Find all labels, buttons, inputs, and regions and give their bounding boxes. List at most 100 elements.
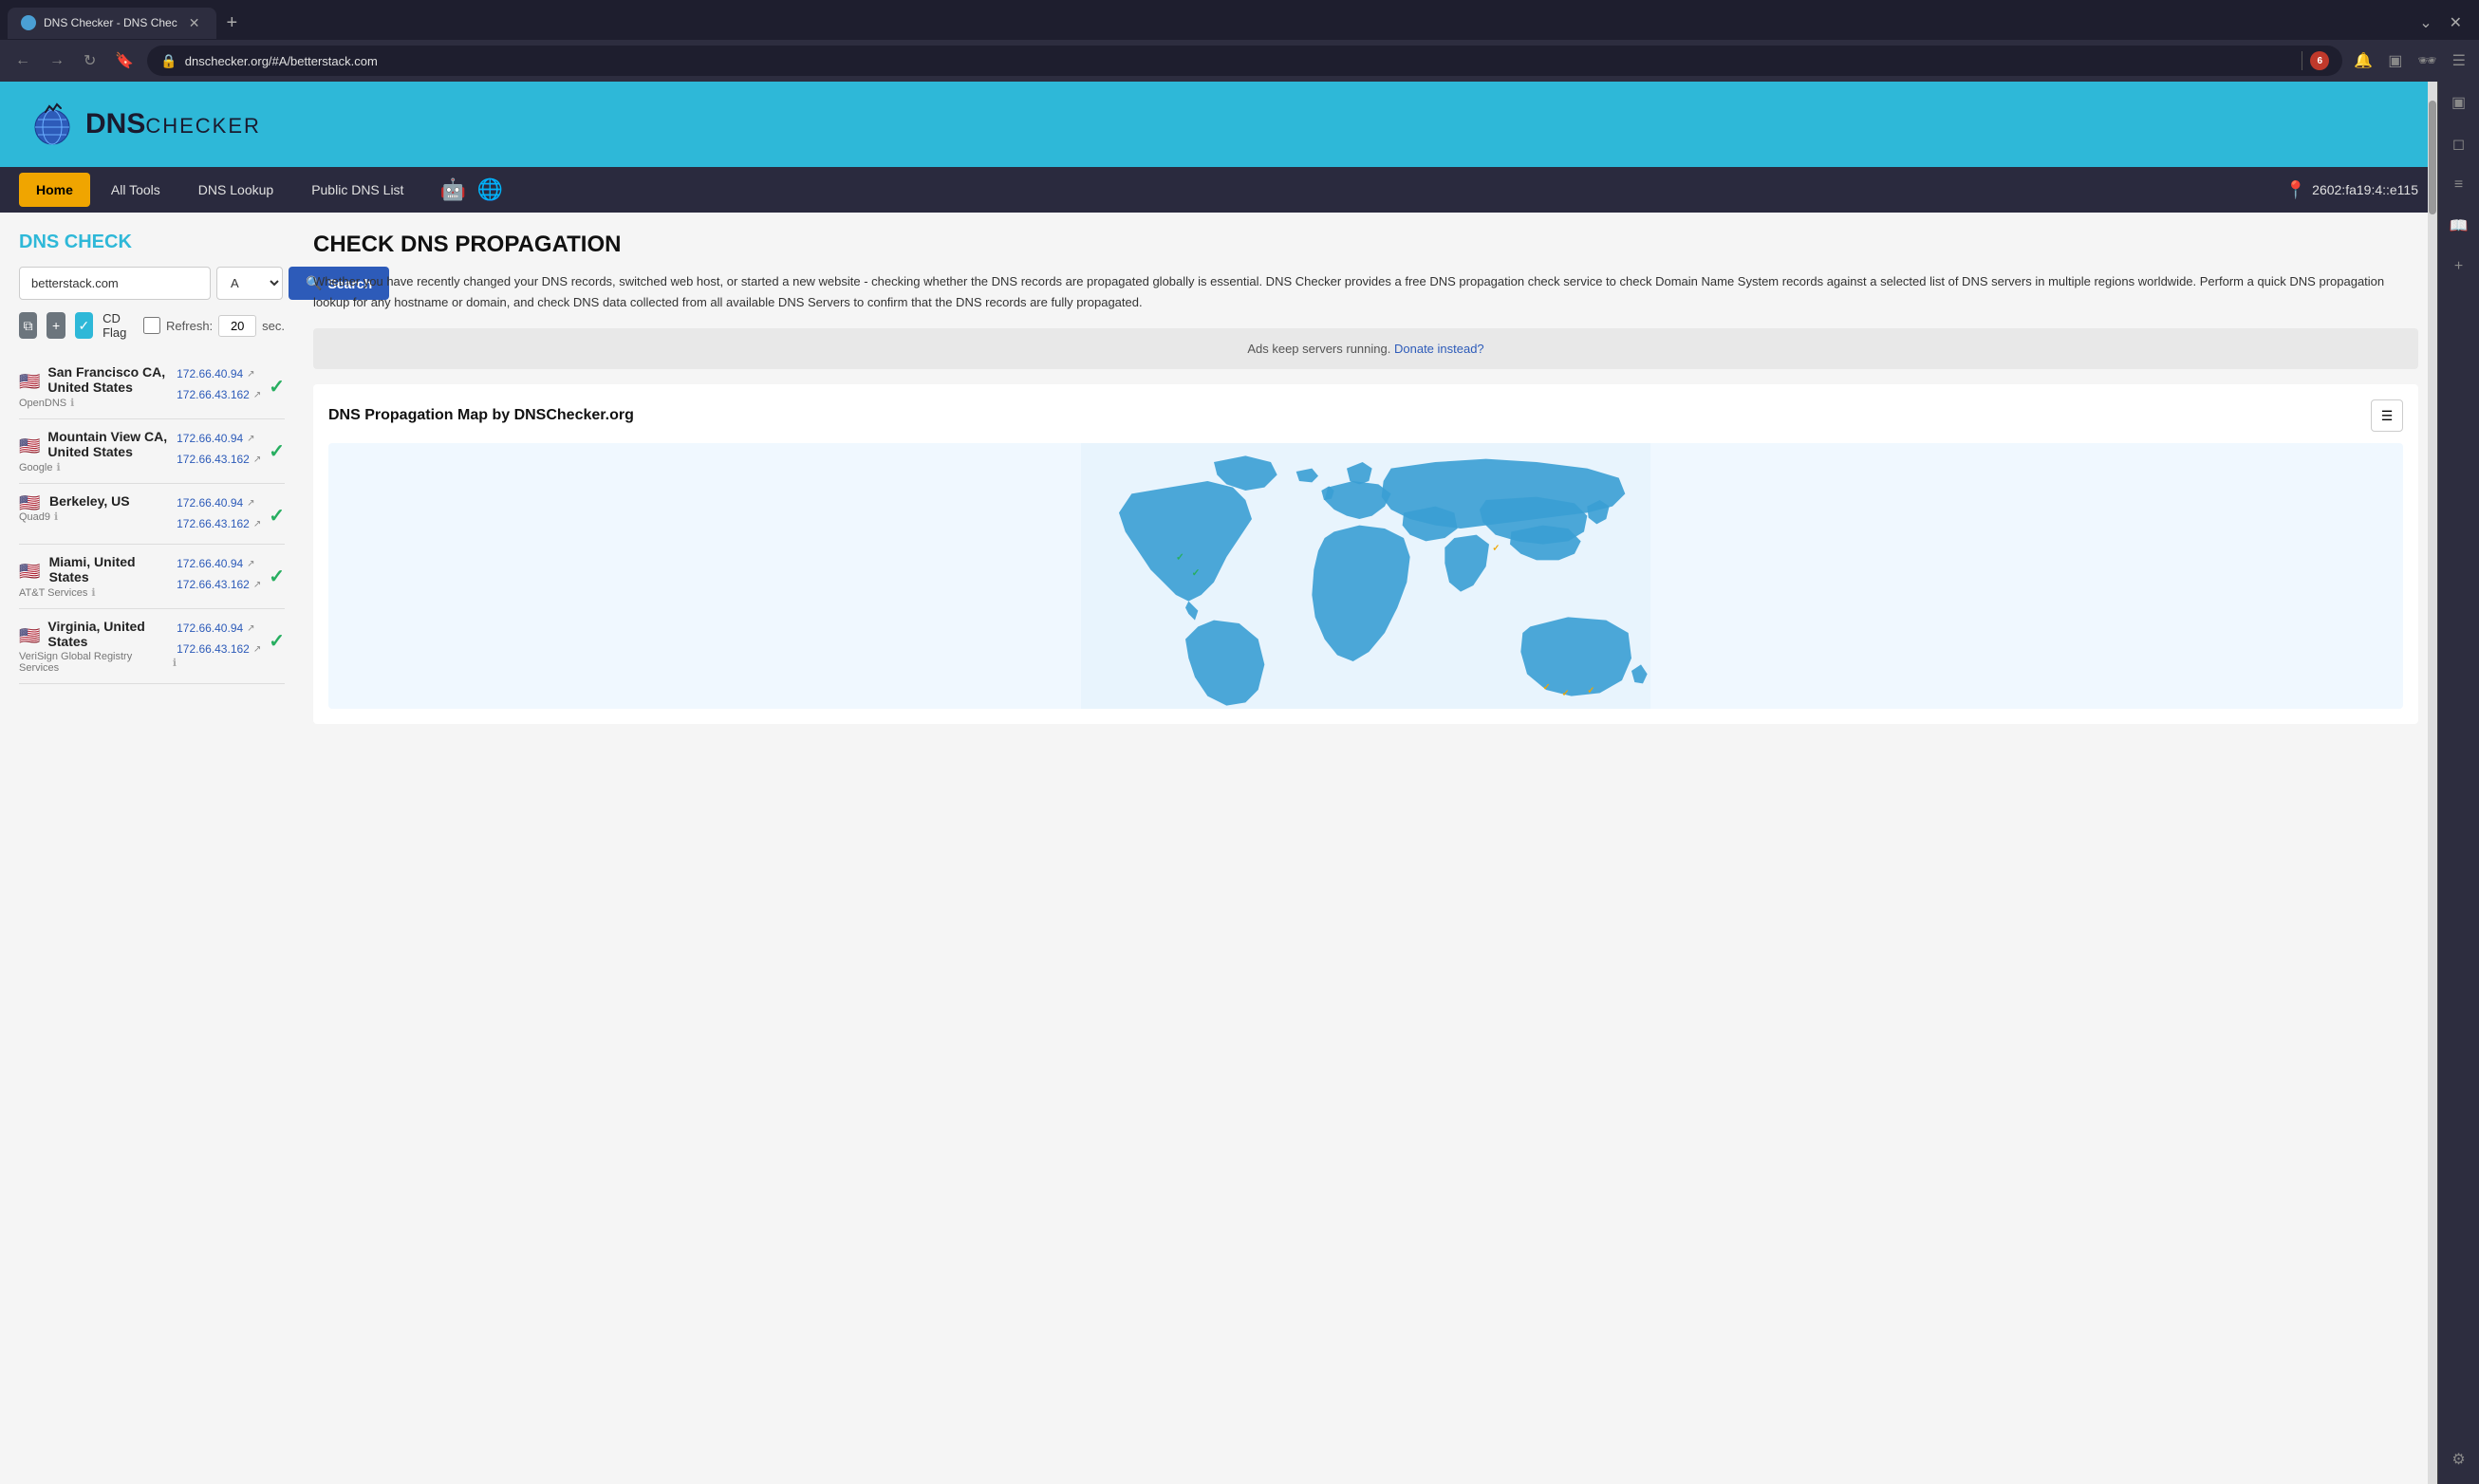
sidebar-add-icon[interactable]: +: [2451, 254, 2467, 279]
address-bar-row: ← → ↻ 🔖 🔒 dnschecker.org/#A/betterstack.…: [0, 40, 2479, 82]
ip-link-2[interactable]: 172.66.43.162: [177, 385, 250, 406]
url-display[interactable]: dnschecker.org/#A/betterstack.com: [185, 54, 2295, 68]
dns-result-left: 🇺🇸 San Francisco CA, United States OpenD…: [19, 364, 177, 409]
back-button[interactable]: ←: [9, 48, 36, 73]
ip-link-2[interactable]: 172.66.43.162: [177, 575, 250, 596]
provider-name: VeriSign Global Registry Services: [19, 651, 169, 674]
ip-link-2[interactable]: 172.66.43.162: [177, 640, 250, 660]
flag-icon: 🇺🇸: [19, 436, 40, 452]
reader-icon[interactable]: 🕶: [2414, 47, 2440, 74]
nav-dns-lookup[interactable]: DNS Lookup: [181, 173, 290, 207]
security-lock-icon: 🔒: [160, 53, 177, 69]
nav-home[interactable]: Home: [19, 173, 90, 207]
external-link-icon-2: ↗: [253, 390, 261, 400]
window-close-button[interactable]: ✕: [2440, 9, 2471, 36]
svg-text:✓: ✓: [1492, 544, 1500, 553]
provider-row: OpenDNS ℹ: [19, 397, 177, 409]
nav-public-dns[interactable]: Public DNS List: [294, 173, 420, 207]
tab-favicon: [21, 15, 36, 30]
cd-flag-check[interactable]: ✓: [75, 312, 93, 339]
dns-result-left: 🇺🇸 Miami, United States AT&T Services ℹ: [19, 554, 177, 599]
dns-result-top: 🇺🇸 Berkeley, US Quad9 ℹ: [19, 493, 285, 534]
active-tab[interactable]: DNS Checker - DNS Chec ✕: [8, 8, 216, 39]
forward-button[interactable]: →: [44, 48, 70, 73]
info-icon[interactable]: ℹ: [54, 510, 58, 523]
sidebar-icon-4[interactable]: 📖: [2446, 213, 2472, 239]
browser-layout: DNS CHECKER Home All Tools DNS Lookup Pu…: [0, 82, 2479, 1484]
scrollbar[interactable]: [2428, 82, 2437, 1484]
logo-checker: CHECKER: [145, 114, 261, 139]
toolbar-icon-1[interactable]: 🔔: [2350, 47, 2376, 74]
ip-link-1[interactable]: 172.66.40.94: [177, 364, 243, 385]
dns-result-left: 🇺🇸 Berkeley, US Quad9 ℹ: [19, 493, 130, 523]
location-info: 🇺🇸 Virginia, United States: [19, 619, 177, 649]
ip-link-2[interactable]: 172.66.43.162: [177, 514, 250, 535]
tab-menu-button[interactable]: ⌄: [2412, 9, 2439, 36]
provider-name: Quad9: [19, 511, 50, 523]
browser-right-sidebar: ▣ ◻ ≡ 📖 + ⚙: [2437, 82, 2479, 1484]
map-menu-button[interactable]: ☰: [2371, 399, 2403, 432]
ip-link-1[interactable]: 172.66.40.94: [177, 619, 243, 640]
domain-input[interactable]: [19, 267, 211, 300]
sidebar-gear-icon[interactable]: ⚙: [2451, 1450, 2465, 1469]
dns-result-left: 🇺🇸 Virginia, United States VeriSign Glob…: [19, 619, 177, 674]
webpage: DNS CHECKER Home All Tools DNS Lookup Pu…: [0, 82, 2437, 1484]
provider-name: Google: [19, 462, 52, 473]
propagation-desc: Whether you have recently changed your D…: [313, 271, 2418, 313]
bookmark-button[interactable]: 🔖: [109, 47, 140, 74]
ip-link-2[interactable]: 172.66.43.162: [177, 450, 250, 471]
sidebar-icon-1[interactable]: ▣: [2448, 89, 2470, 116]
donate-link[interactable]: Donate instead?: [1394, 342, 1484, 356]
external-link-icon-2: ↗: [253, 580, 261, 590]
info-icon[interactable]: ℹ: [91, 586, 95, 599]
address-bar[interactable]: 🔒 dnschecker.org/#A/betterstack.com 6: [147, 46, 2342, 76]
nav-bar: Home All Tools DNS Lookup Public DNS Lis…: [0, 167, 2437, 213]
provider-name: AT&T Services: [19, 587, 87, 599]
record-type-select[interactable]: A AAAA CNAME MX TXT: [216, 267, 283, 300]
sidebar-icon-2[interactable]: ◻: [2449, 131, 2469, 158]
location-name: San Francisco CA, United States: [47, 364, 177, 395]
status-check-icon: ✓: [269, 439, 285, 463]
android-icon[interactable]: 🤖: [439, 177, 465, 202]
ip-link-1[interactable]: 172.66.40.94: [177, 493, 243, 514]
info-icon[interactable]: ℹ: [56, 461, 60, 473]
external-link-icon-1: ↗: [247, 434, 254, 444]
sidebar-toggle-icon[interactable]: ▣: [2384, 47, 2406, 74]
location-pin-icon: 📍: [2285, 180, 2306, 200]
provider-row: Quad9 ℹ: [19, 510, 130, 523]
right-panel: CHECK DNS PROPAGATION Whether you have r…: [304, 232, 2418, 1484]
external-link-icon-1: ↗: [247, 498, 254, 509]
ip-link-1[interactable]: 172.66.40.94: [177, 554, 243, 575]
dns-result-item: 🇺🇸 San Francisco CA, United States OpenD…: [19, 355, 285, 419]
logo-container[interactable]: DNS CHECKER: [28, 101, 261, 148]
reload-button[interactable]: ↻: [78, 47, 102, 74]
shield-icon[interactable]: 6: [2310, 51, 2329, 70]
refresh-label: Refresh:: [166, 319, 213, 333]
logo-text: DNS CHECKER: [85, 108, 261, 140]
location-info: 🇺🇸 Berkeley, US: [19, 493, 130, 509]
dns-result-top: 🇺🇸 Miami, United States AT&T Services ℹ: [19, 554, 285, 599]
ads-bar: Ads keep servers running. Donate instead…: [313, 328, 2418, 369]
new-tab-button[interactable]: +: [216, 9, 247, 38]
dns-result-item: 🇺🇸 Virginia, United States VeriSign Glob…: [19, 609, 285, 684]
dns-result-right: 172.66.40.94 ↗ 172.66.43.162 ↗ ✓: [177, 619, 285, 659]
refresh-input[interactable]: [218, 315, 256, 337]
refresh-checkbox[interactable]: [143, 317, 160, 334]
ip-links: 172.66.40.94 ↗ 172.66.43.162 ↗: [177, 364, 261, 405]
ip-link-1[interactable]: 172.66.40.94: [177, 429, 243, 450]
scroll-thumb[interactable]: [2429, 101, 2436, 214]
filter-add-button[interactable]: +: [47, 312, 65, 339]
info-icon[interactable]: ℹ: [70, 397, 74, 409]
tab-close-button[interactable]: ✕: [185, 13, 204, 33]
logo-globe-icon: [28, 101, 76, 148]
location-info: 🇺🇸 Miami, United States: [19, 554, 177, 584]
provider-name: OpenDNS: [19, 398, 66, 409]
provider-row: AT&T Services ℹ: [19, 586, 177, 599]
chrome-icon[interactable]: 🌐: [477, 177, 503, 202]
menu-icon[interactable]: ☰: [2449, 47, 2470, 74]
filter-sliders-button[interactable]: ⧉: [19, 312, 37, 339]
sidebar-icon-3[interactable]: ≡: [2451, 173, 2467, 197]
status-check-icon: ✓: [269, 504, 285, 528]
nav-icons: 🤖 🌐: [439, 177, 503, 202]
nav-all-tools[interactable]: All Tools: [94, 173, 177, 207]
